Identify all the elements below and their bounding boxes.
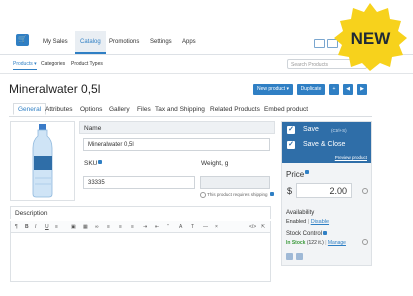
nav-my-sales[interactable]: My Sales [43, 31, 68, 54]
availability-status: Enabled [286, 219, 307, 225]
stock-status-row: In Stock (122 it.) | Manage [286, 240, 346, 246]
requires-shipping-checkbox[interactable]: This product requires shipping [200, 192, 274, 198]
price-info-icon[interactable] [362, 188, 368, 194]
chevron-down-icon: ▾ [32, 61, 37, 67]
save-shortcut: (Ctrl+S) [331, 128, 347, 133]
nav-apps[interactable]: Apps [182, 31, 196, 54]
store-logo-icon[interactable]: 🛒 [16, 34, 29, 46]
sku-field[interactable]: 33335 [83, 176, 195, 189]
twitter-icon[interactable] [296, 253, 303, 260]
align-right-icon[interactable]: ≡ [131, 224, 134, 230]
price-label-text: Price [286, 170, 305, 179]
requires-shipping-label: This product requires shipping [207, 192, 268, 198]
arrow-left-icon[interactable]: ◀ [343, 84, 353, 95]
bold-icon[interactable]: B [25, 224, 29, 230]
check-icon: ✓ [287, 126, 295, 134]
facebook-icon[interactable] [286, 253, 293, 260]
help-icon[interactable] [323, 231, 328, 235]
new-badge: NEW [328, 0, 413, 75]
product-tabs: General Attributes Options Gallery Files… [9, 103, 372, 117]
tab-files[interactable]: Files [137, 106, 151, 113]
tab-embed-product[interactable]: Embed product [264, 106, 308, 113]
quote-icon[interactable]: “ [167, 224, 169, 230]
stock-status: In Stock [286, 240, 306, 246]
new-badge-text: NEW [350, 29, 391, 48]
duplicate-button[interactable]: Duplicate [297, 84, 325, 95]
italic-icon[interactable]: I [35, 224, 36, 230]
source-code-icon[interactable]: </> [249, 224, 256, 230]
link-icon[interactable]: ∞ [95, 224, 99, 230]
weight-label: Weight, g [201, 160, 229, 167]
tab-tax-shipping[interactable]: Tax and Shipping [155, 106, 205, 113]
help-icon[interactable] [305, 170, 310, 174]
disable-link[interactable]: Disable [311, 219, 329, 225]
image-icon[interactable]: ▣ [71, 224, 76, 230]
nav-promotions[interactable]: Promotions [109, 31, 139, 54]
stock-control-label-text: Stock Control [286, 231, 323, 237]
price-label: Price [286, 170, 310, 179]
subnav-product-types[interactable]: Product Types [71, 61, 103, 67]
table-icon[interactable]: ▦ [83, 224, 88, 230]
align-left-icon[interactable]: ≡ [107, 224, 110, 230]
subnav-products-label: Products [13, 61, 33, 67]
price-field[interactable]: 2.00 [296, 183, 352, 198]
tab-gallery[interactable]: Gallery [109, 106, 130, 113]
stock-info-icon[interactable] [362, 239, 368, 245]
new-product-label: New product [257, 86, 286, 92]
subnav-categories[interactable]: Categories [41, 61, 65, 67]
product-sidebar: ✓ Save (Ctrl+S) ✓ Save & Close Preview p… [281, 121, 372, 266]
nav-settings[interactable]: Settings [150, 31, 172, 54]
sku-label: SKU [84, 160, 103, 167]
name-field[interactable]: Mineralwater 0,5l [83, 138, 270, 151]
sku-label-text: SKU [84, 160, 98, 167]
availability-status-row: Enabled | Disable [286, 219, 330, 225]
underline-icon[interactable]: U [45, 224, 49, 230]
clear-format-icon[interactable]: × [215, 224, 218, 230]
tab-related-products[interactable]: Related Products [210, 106, 260, 113]
add-icon[interactable]: + [329, 84, 339, 95]
stock-control-label: Stock Control [286, 231, 328, 237]
checkbox-icon [200, 192, 206, 198]
tab-attributes[interactable]: Attributes [45, 106, 72, 113]
fullscreen-icon[interactable]: ⇱ [261, 224, 265, 230]
nav-catalog[interactable]: Catalog [75, 31, 106, 54]
outdent-icon[interactable]: ⇤ [155, 224, 159, 230]
arrow-right-icon[interactable]: ▶ [357, 84, 367, 95]
save-label: Save [303, 126, 319, 133]
new-product-button[interactable]: New product ▾ [253, 84, 293, 95]
weight-field[interactable] [200, 176, 270, 189]
save-close-label: Save & Close [303, 141, 346, 148]
align-center-icon[interactable]: ≡ [119, 224, 122, 230]
availability-label: Availability [286, 210, 315, 216]
help-icon[interactable] [98, 160, 103, 164]
stock-count: (122 it.) [306, 240, 324, 246]
water-bottle-icon [32, 124, 53, 198]
font-color-icon[interactable]: A [179, 224, 182, 230]
editor-toolbar: ¶ B I U ≡ ▣ ▦ ∞ ≡ ≡ ≡ ⇥ ⇤ “ A T — × </> … [10, 221, 271, 233]
paragraph-icon[interactable]: ¶ [15, 224, 18, 230]
preview-product-link[interactable]: Preview product [335, 155, 367, 160]
product-image[interactable] [10, 121, 75, 201]
manage-stock-link[interactable]: Manage [328, 240, 346, 246]
tab-general[interactable]: General [13, 103, 47, 115]
list-icon[interactable]: ≡ [55, 224, 58, 230]
horizontal-rule-icon[interactable]: — [203, 224, 208, 230]
page-title: Mineralwater 0,5l [9, 82, 101, 96]
tab-options[interactable]: Options [80, 106, 102, 113]
check-icon: ✓ [287, 141, 295, 149]
name-label: Name [79, 121, 275, 134]
storefront-icon[interactable] [314, 39, 325, 48]
help-icon[interactable] [269, 192, 274, 196]
currency-symbol: $ [287, 186, 293, 196]
description-label: Description [10, 206, 271, 219]
subnav-products[interactable]: Products ▾ [13, 61, 37, 70]
description-editor[interactable] [10, 233, 271, 282]
font-size-icon[interactable]: T [191, 224, 194, 230]
indent-icon[interactable]: ⇥ [143, 224, 147, 230]
